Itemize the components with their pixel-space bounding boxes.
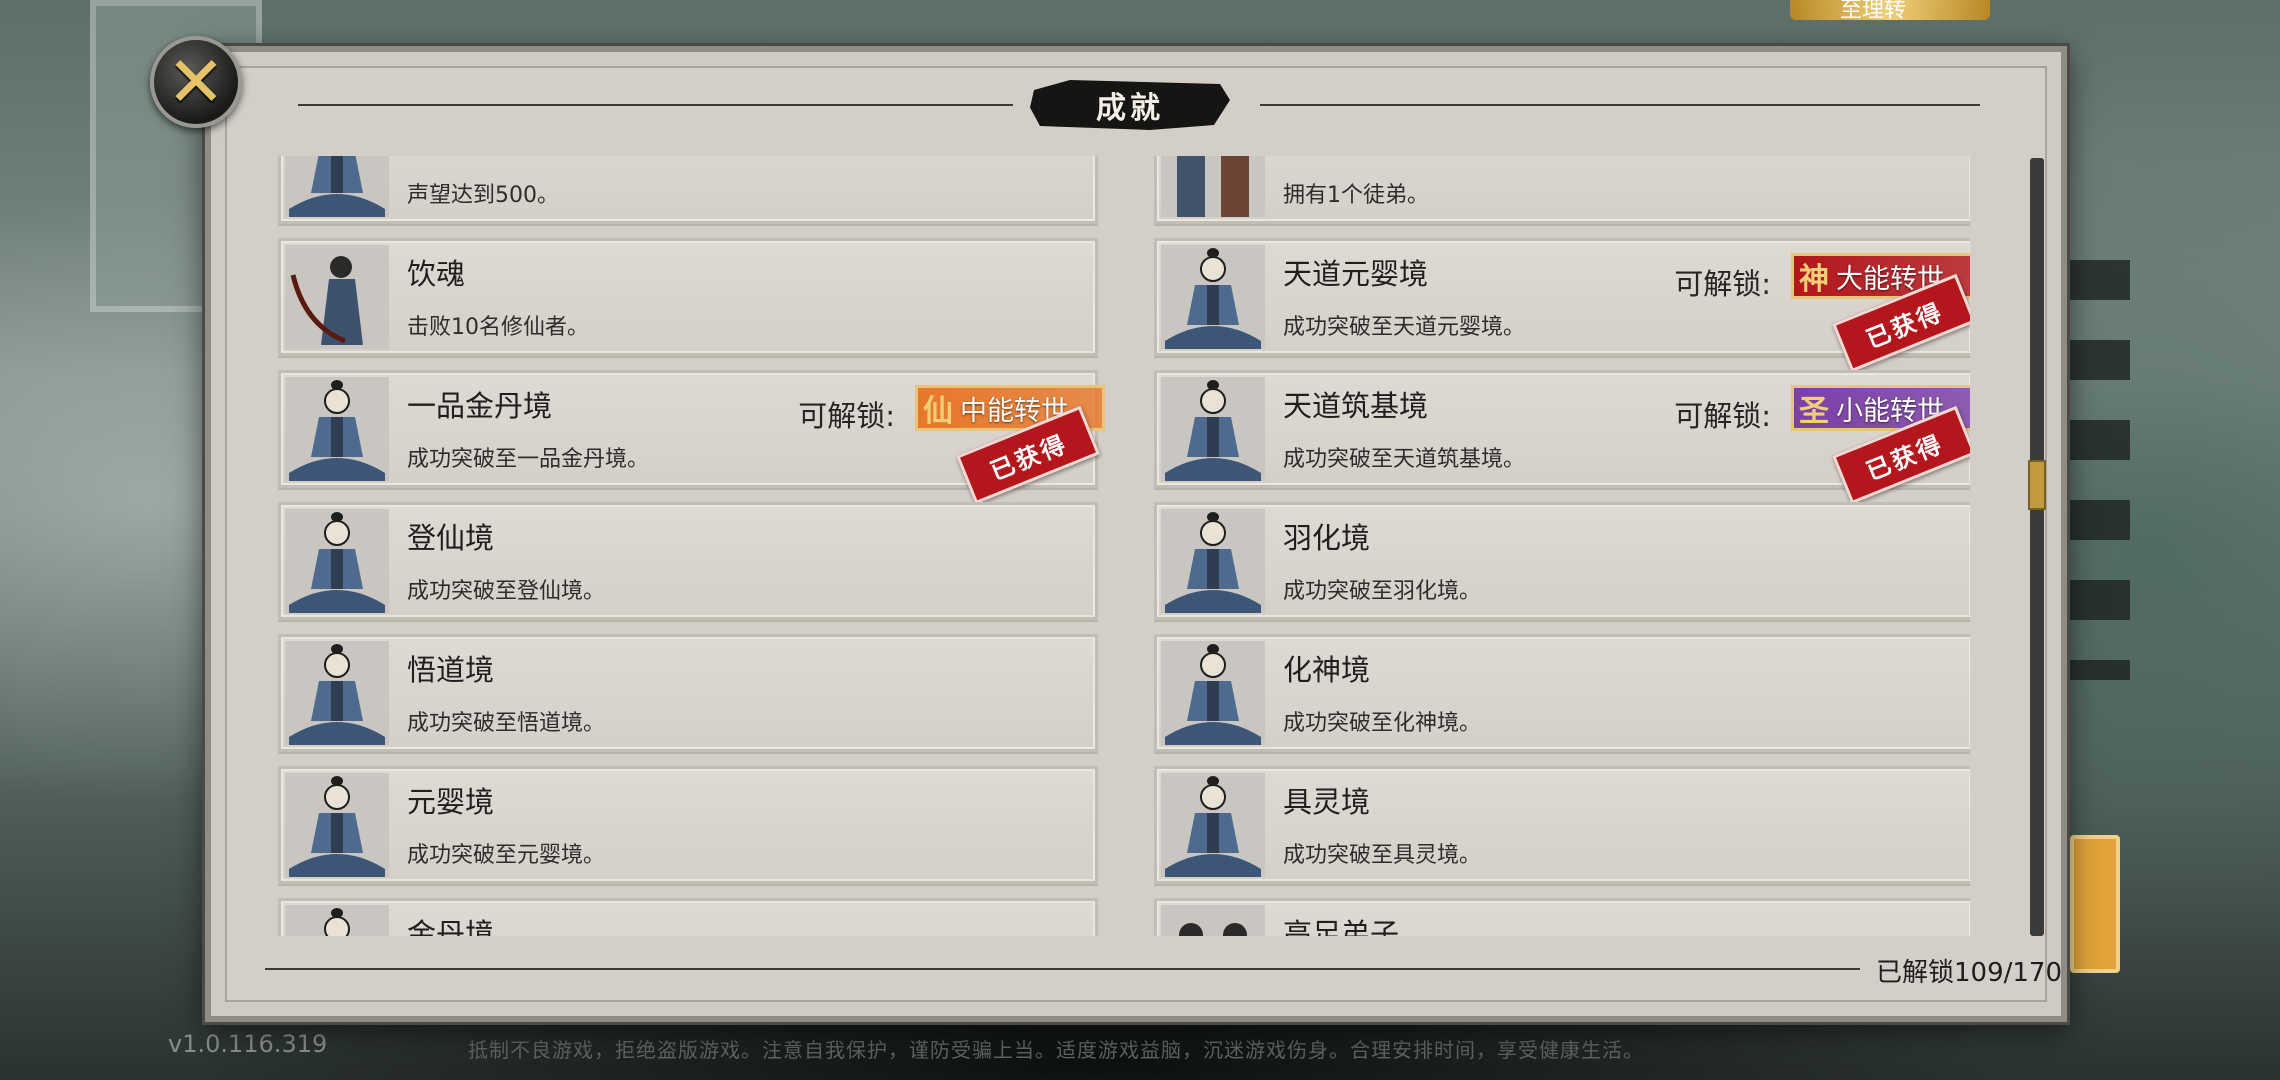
- meditating-cultivator-icon: [285, 905, 389, 936]
- achievement-desc: 成功突破至登仙境。: [407, 579, 606, 604]
- meditating-cultivator-icon: [285, 509, 389, 613]
- achievement-card[interactable]: 化神境成功突破至化神境。: [1154, 634, 1970, 752]
- achievement-title: 元婴境: [407, 785, 495, 819]
- achievement-card[interactable]: 具灵境成功突破至具灵境。: [1154, 766, 1970, 884]
- meditating-cultivator-icon: [1161, 773, 1265, 877]
- meditating-cultivator-icon: [1161, 377, 1265, 481]
- achievement-desc: 声望达到500。: [407, 183, 559, 208]
- achievement-desc: 拥有1个徒弟。: [1283, 183, 1429, 208]
- title-divider-left: [298, 104, 1013, 106]
- top-banner-text: 至理转: [1840, 0, 1907, 23]
- achievement-card[interactable]: 元婴境成功突破至元婴境。: [278, 766, 1098, 884]
- background-side-menu: [2070, 260, 2130, 680]
- achievement-desc: 成功突破至元婴境。: [407, 843, 606, 868]
- health-tip: 抵制不良游戏，拒绝盗版游戏。注意自我保护，谨防受骗上当。适度游戏益脑，沉迷游戏伤…: [468, 1038, 1644, 1062]
- meditating-cultivator-icon: [1161, 641, 1265, 745]
- achievement-desc: 成功突破至具灵境。: [1283, 843, 1482, 868]
- achievement-title: 登仙境: [407, 521, 495, 555]
- achievements-list[interactable]: 声望达到500。 拥有1个徒弟。饮魂击败10名修仙者。 天道元婴境成功突破至天道元婴…: [278, 156, 1970, 936]
- achievement-card[interactable]: 天道筑基境 成功突破至天道筑基境。 可解锁: 圣小能转世 已获得: [1154, 370, 1970, 505]
- close-button[interactable]: ✕: [150, 36, 242, 128]
- achievement-title: 饮魂: [407, 257, 466, 291]
- achievement-card[interactable]: 天道元婴境 成功突破至天道元婴境。 可解锁: 神大能转世 已获得: [1154, 238, 1970, 373]
- achievement-card[interactable]: 高足弟子: [1154, 898, 1970, 936]
- bottom-divider: [265, 968, 1860, 970]
- unlock-label: 可解锁:: [798, 399, 895, 433]
- achievement-title: 天道元婴境: [1283, 257, 1429, 291]
- obtained-stamp-text: 已获得: [985, 428, 1072, 486]
- meditating-cultivator-icon: [285, 377, 389, 481]
- achievement-desc: 击败10名修仙者。: [407, 315, 589, 340]
- achievement-card[interactable]: 一品金丹境 成功突破至一品金丹境。 可解锁: 仙中能转世 已获得: [278, 370, 1105, 505]
- achievement-desc: 成功突破至天道元婴境。: [1283, 315, 1526, 340]
- achievement-title: 具灵境: [1283, 785, 1371, 819]
- achievement-card[interactable]: 声望达到500。: [278, 156, 1098, 224]
- top-banner: 至理转: [1790, 0, 1990, 23]
- obtained-stamp-text: 已获得: [1861, 428, 1948, 486]
- achievement-title: 天道筑基境: [1283, 389, 1429, 423]
- achievement-desc: 成功突破至羽化境。: [1283, 579, 1482, 604]
- achievement-card[interactable]: 登仙境成功突破至登仙境。: [278, 502, 1098, 620]
- title-divider-right: [1260, 104, 1980, 106]
- scrollbar-thumb[interactable]: [2028, 460, 2046, 510]
- swordsman-icon: [285, 245, 389, 349]
- achievement-card[interactable]: 悟道境成功突破至悟道境。: [278, 634, 1098, 752]
- achievement-desc: 成功突破至天道筑基境。: [1283, 447, 1526, 472]
- version-label: v1.0.116.319: [168, 1030, 328, 1058]
- reward-glyph: 圣: [1799, 394, 1829, 429]
- title-brush: 成就: [1030, 80, 1230, 130]
- achievement-title: 金丹境: [407, 917, 495, 936]
- meditating-cultivator-icon: [1161, 509, 1265, 613]
- achievement-title: 悟道境: [407, 653, 495, 687]
- unlock-label: 可解锁:: [1674, 267, 1771, 301]
- meditating-cultivator-icon: [285, 773, 389, 877]
- achievement-card[interactable]: 饮魂击败10名修仙者。: [278, 238, 1098, 356]
- achievement-title: 化神境: [1283, 653, 1371, 687]
- achievement-card[interactable]: 拥有1个徒弟。: [1154, 156, 1970, 224]
- scrollbar-track[interactable]: [2030, 158, 2044, 936]
- close-x-icon: ✕: [166, 41, 226, 123]
- two-figures-icon: [1161, 905, 1265, 936]
- unlocked-counter: 已解锁109/170: [1876, 958, 2063, 988]
- reward-glyph: 仙: [923, 394, 953, 429]
- achievement-desc: 成功突破至一品金丹境。: [407, 447, 650, 472]
- achievement-desc: 成功突破至悟道境。: [407, 711, 606, 736]
- achievement-desc: 成功突破至化神境。: [1283, 711, 1482, 736]
- achievement-card[interactable]: 羽化境成功突破至羽化境。: [1154, 502, 1970, 620]
- achievement-title: 羽化境: [1283, 521, 1371, 555]
- obtained-stamp-text: 已获得: [1861, 296, 1948, 354]
- background-badge: [2070, 835, 2120, 973]
- achievement-title: 一品金丹境: [407, 389, 553, 423]
- unlock-label: 可解锁:: [1674, 399, 1771, 433]
- achievement-card[interactable]: 金丹境: [278, 898, 1098, 936]
- reward-glyph: 神: [1799, 262, 1829, 297]
- dialog-title: 成就: [1096, 91, 1164, 126]
- meditating-cultivator-icon: [285, 156, 389, 217]
- meditating-cultivator-icon: [285, 641, 389, 745]
- achievement-title: 高足弟子: [1283, 917, 1400, 936]
- meditating-cultivator-icon: [1161, 245, 1265, 349]
- two-figures-icon: [1161, 156, 1265, 217]
